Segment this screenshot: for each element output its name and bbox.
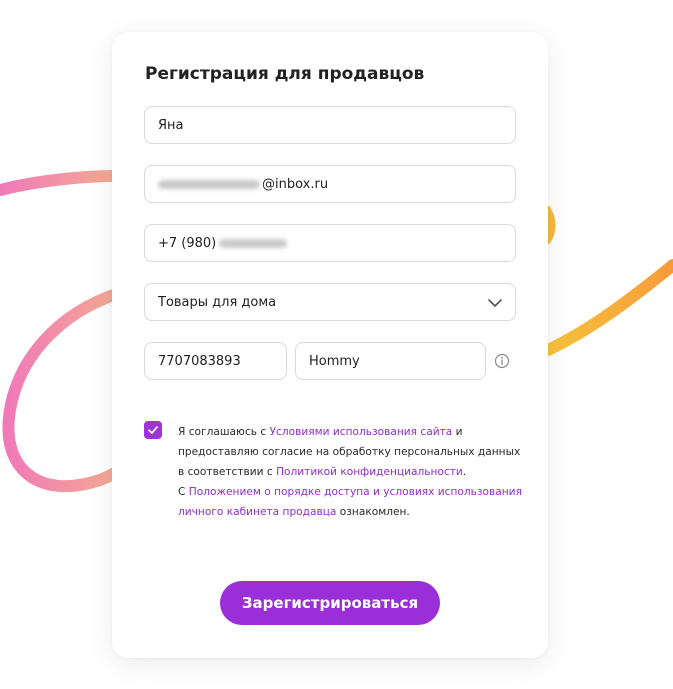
inn-value: 7707083893: [158, 353, 241, 369]
check-icon: [148, 426, 158, 434]
name-value: Яна: [158, 117, 184, 133]
consent-text-5: ознакомлен.: [336, 506, 410, 518]
brand-field[interactable]: Hommy: [295, 342, 486, 380]
phone-field[interactable]: +7 (980): [144, 224, 516, 262]
consent-checkbox[interactable]: [144, 421, 162, 439]
form-title: Регистрация для продавцов: [145, 64, 425, 84]
inn-field[interactable]: 7707083893: [144, 342, 287, 380]
chevron-down-icon: [488, 299, 502, 307]
consent-text: Я соглашаюсь с Условиями использования с…: [178, 422, 523, 522]
register-button[interactable]: Зарегистрироваться: [220, 581, 440, 625]
consent-text-3: .: [462, 466, 467, 478]
blurred-phone-number: [219, 238, 288, 248]
privacy-policy-link[interactable]: Политикой конфиденциальности: [276, 466, 463, 478]
info-icon[interactable]: [494, 353, 510, 369]
phone-prefix: +7 (980): [158, 235, 217, 251]
category-value: Товары для дома: [158, 294, 277, 310]
registration-card: Регистрация для продавцов Яна @inbox.ru …: [112, 32, 548, 658]
consent-text-4: С: [178, 486, 189, 498]
category-select[interactable]: Товары для дома: [144, 283, 516, 321]
brand-value: Hommy: [309, 353, 360, 369]
email-suffix: @inbox.ru: [262, 176, 329, 192]
name-field[interactable]: Яна: [144, 106, 516, 144]
consent-text-1: Я соглашаюсь с: [178, 426, 270, 438]
email-field[interactable]: @inbox.ru: [144, 165, 516, 203]
blurred-email-prefix: [158, 179, 260, 189]
terms-link[interactable]: Условиями использования сайта: [270, 426, 453, 438]
